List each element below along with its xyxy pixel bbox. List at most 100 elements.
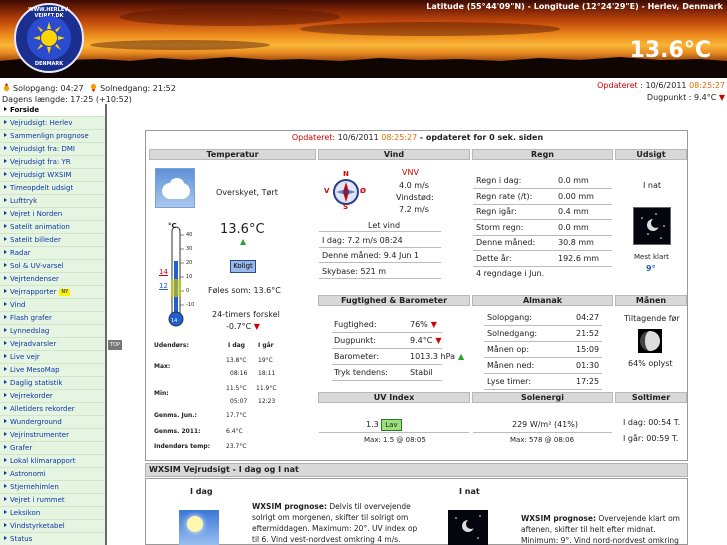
sidebar-item[interactable]: Vejrrekorder xyxy=(0,390,105,403)
row-value-text: 0.0 mm xyxy=(558,222,589,232)
sun-times: Solopgang: 04:27 Solnedgang: 21:52 xyxy=(2,83,176,93)
wxsim-today-text: WXSIM prognose: Delvis til overvejende s… xyxy=(252,501,422,545)
updated-label: Opdateret : xyxy=(597,81,643,90)
top-button[interactable]: TOP xyxy=(108,340,122,350)
sidebar-item[interactable]: Vejrudsigt fra: DMI xyxy=(0,143,105,156)
sidebar-item[interactable]: Timeopdelt udsigt xyxy=(0,182,105,195)
updated-date: 10/6/2011 xyxy=(645,81,687,90)
sidebar-item[interactable]: Flash grafer xyxy=(0,312,105,325)
main-updated: Opdateret: 10/6/2011 08:25:27 - opdatere… xyxy=(146,133,689,142)
bullet-icon xyxy=(4,432,7,436)
sidebar-item-label: Stjernehimlen xyxy=(10,483,59,491)
divider xyxy=(332,364,442,365)
sidebar-item[interactable]: Stjernehimlen xyxy=(0,481,105,494)
sidebar-item[interactable]: Vejret i rummet xyxy=(0,494,105,507)
sidebar-item-label: Vejrinstrumenter xyxy=(10,431,69,439)
logo-text-bottom: DENMARK xyxy=(34,61,64,67)
sidebar-item[interactable]: Vejrudsigt WXSIM xyxy=(0,169,105,182)
trend-down-icon: ▼ xyxy=(430,320,437,329)
sidebar-item[interactable]: Vejret i Norden xyxy=(0,208,105,221)
sunset-icon xyxy=(90,83,97,92)
sidebar-item[interactable]: Radar xyxy=(0,247,105,260)
sidebar-item[interactable]: Live MesoMap xyxy=(0,364,105,377)
temp-col-yesterday: I går xyxy=(258,342,274,349)
row-value-text: 192.6 mm xyxy=(558,253,600,263)
bullet-icon xyxy=(4,263,7,267)
bullet-icon xyxy=(4,315,7,319)
sun-disc xyxy=(187,516,203,532)
sidebar-item-label: Lufttryk xyxy=(10,197,38,205)
divider xyxy=(484,325,602,326)
site-logo[interactable]: WWW.HERLEV-VEJRET.DK DENMARK xyxy=(14,3,84,73)
sidebar-item-label: Grafer xyxy=(10,444,33,452)
row-value: 15:09 xyxy=(576,345,599,354)
sidebar-item[interactable]: Satelit billeder xyxy=(0,234,105,247)
thermo-scale-40: 40 xyxy=(186,232,193,238)
temp-col-today: I dag xyxy=(228,342,245,349)
sidebar-item[interactable]: Lufttryk xyxy=(0,195,105,208)
bullet-icon xyxy=(4,198,7,202)
temp-diff-number: -0.7°C xyxy=(226,322,252,331)
sidebar-item[interactable]: Sol & UV-varsel xyxy=(0,260,105,273)
sidebar-item[interactable]: Lokal klimarapport xyxy=(0,455,105,468)
sidebar-item[interactable]: Forside xyxy=(0,104,105,117)
trend-down-icon: ▼ xyxy=(253,322,260,331)
sidebar-item[interactable]: Daglig statistik xyxy=(0,377,105,390)
temp-avg-year: 6.4°C xyxy=(226,428,243,435)
divider xyxy=(473,188,612,189)
sidebar-item[interactable]: Vejrudsigt: Herlev xyxy=(0,117,105,130)
header-sunhours-col: Soltimer xyxy=(615,392,687,403)
header-solar-col: Solenergi xyxy=(472,392,613,403)
sidebar-item[interactable]: Lynnedslag xyxy=(0,325,105,338)
sidebar-item[interactable]: Status xyxy=(0,533,105,545)
divider xyxy=(319,278,441,279)
sidebar-item-label: Radar xyxy=(10,249,31,257)
sidebar-item[interactable]: Grafer xyxy=(0,442,105,455)
sidebar-item[interactable]: Alletiders rekorder xyxy=(0,403,105,416)
sidebar-item[interactable]: Satelit animation xyxy=(0,221,105,234)
cloud-body xyxy=(162,183,190,199)
sidebar-item[interactable]: Astronomi xyxy=(0,468,105,481)
sidebar-item[interactable]: Vejrinstrumenter xyxy=(0,429,105,442)
wind-month: Denne måned: 9.4 Jun 1 xyxy=(322,251,420,260)
sidebar-item[interactable]: Vindstyrketabel xyxy=(0,520,105,533)
sidebar-item[interactable]: Vejrrapporter NY xyxy=(0,286,105,299)
row-value-text: 01:30 xyxy=(576,361,600,370)
sidebar-item[interactable]: Vejradvarsler xyxy=(0,338,105,351)
sidebar-item[interactable]: Vejrtendenser xyxy=(0,273,105,286)
bullet-icon xyxy=(4,367,7,371)
sidebar-item[interactable]: Sammenlign prognose xyxy=(0,130,105,143)
thermo-max-marker: 14 xyxy=(159,268,168,276)
bullet-icon xyxy=(4,380,7,384)
sidebar-item[interactable]: Vejrudsigt fra: YR xyxy=(0,156,105,169)
wxsim-header: WXSIM Vejrudsigt - I dag og I nat xyxy=(145,463,688,477)
row-label: Månen op: xyxy=(487,345,530,354)
updated-time: 08:25:27 xyxy=(689,81,725,90)
bullet-icon xyxy=(4,276,7,280)
sidebar-item-label: Astronomi xyxy=(10,470,46,478)
sidebar-menu: Forside Vejrudsigt: Herlev Sammenlign prog… xyxy=(0,104,105,545)
sun-icon xyxy=(33,22,65,54)
sidebar-item[interactable]: Vind xyxy=(0,299,105,312)
bullet-icon xyxy=(4,419,7,423)
current-conditions-panel: Opdateret: 10/6/2011 08:25:27 - opdatere… xyxy=(145,130,688,461)
row-label: Fugtighed: xyxy=(334,320,377,329)
sidebar-item[interactable]: Leksikon xyxy=(0,507,105,520)
sidebar-item[interactable]: Wunderground xyxy=(0,416,105,429)
header-uv-col: UV Index xyxy=(318,392,470,403)
thermo-unit: °C xyxy=(168,222,177,230)
clear-night-image xyxy=(633,207,671,245)
solar-max: Max: 578 @ 08:06 xyxy=(510,436,575,444)
sidebar-item-label: Flash grafer xyxy=(10,314,52,322)
divider xyxy=(484,341,602,342)
row-value-text: 1013.3 hPa xyxy=(410,352,455,361)
row-value-text: 0.0 mm xyxy=(558,176,589,185)
temp-min-yesterday-time: 12:23 xyxy=(258,398,276,405)
bullet-icon xyxy=(4,211,7,215)
row-value: 76% ▼ xyxy=(410,320,437,329)
geo-location: Latitude (55°44'09"N) - Longitude (12°24… xyxy=(426,2,723,11)
temp-diff-value: -0.7°C ▼ xyxy=(226,322,260,331)
new-badge: NY xyxy=(59,289,71,296)
sidebar-item[interactable]: Live vejr xyxy=(0,351,105,364)
wxsim-forecast: I dag I nat WXSIM prognose: Delvis til o… xyxy=(145,478,688,545)
